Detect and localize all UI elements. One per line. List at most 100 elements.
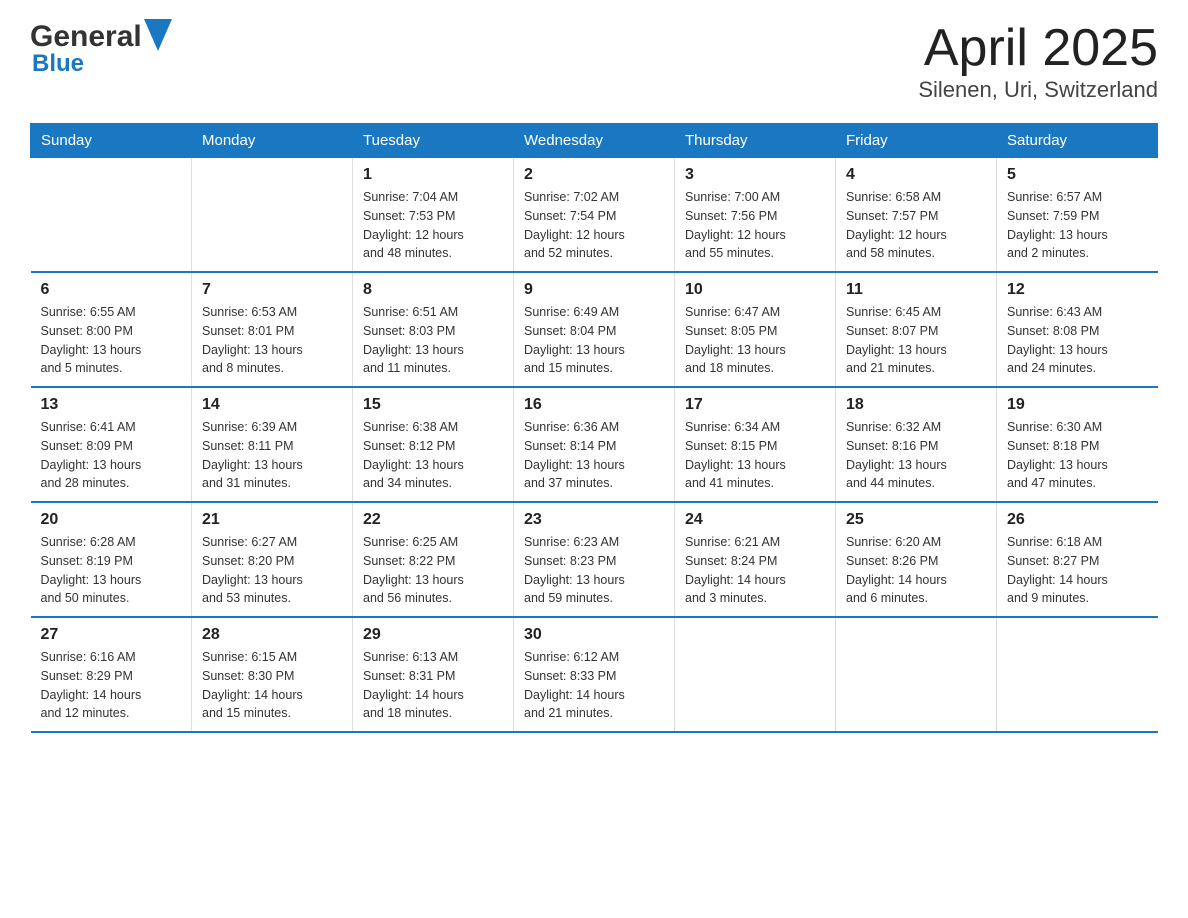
day-info: Sunrise: 6:30 AMSunset: 8:18 PMDaylight:… <box>1007 418 1148 493</box>
header-day-thursday: Thursday <box>675 124 836 158</box>
calendar-cell: 23Sunrise: 6:23 AMSunset: 8:23 PMDayligh… <box>514 502 675 617</box>
day-number: 11 <box>846 281 986 299</box>
day-info: Sunrise: 6:47 AMSunset: 8:05 PMDaylight:… <box>685 303 825 378</box>
day-info: Sunrise: 7:00 AMSunset: 7:56 PMDaylight:… <box>685 188 825 263</box>
logo: General Blue <box>30 20 172 78</box>
day-number: 7 <box>202 281 342 299</box>
day-info: Sunrise: 6:16 AMSunset: 8:29 PMDaylight:… <box>41 648 182 723</box>
day-info: Sunrise: 6:55 AMSunset: 8:00 PMDaylight:… <box>41 303 182 378</box>
day-number: 28 <box>202 626 342 644</box>
calendar-cell: 6 Sunrise: 6:55 AMSunset: 8:00 PMDaylight… <box>31 272 192 387</box>
calendar-week-row: 27 Sunrise: 6:16 AMSunset: 8:29 PMDayligh… <box>31 617 1158 732</box>
calendar-cell <box>675 617 836 732</box>
day-number: 25 <box>846 511 986 529</box>
day-number: 26 <box>1007 511 1148 529</box>
day-info: Sunrise: 6:36 AMSunset: 8:14 PMDaylight:… <box>524 418 664 493</box>
calendar-cell: 7 Sunrise: 6:53 AMSunset: 8:01 PMDaylight… <box>192 272 353 387</box>
calendar-cell: 9Sunrise: 6:49 AMSunset: 8:04 PMDaylight… <box>514 272 675 387</box>
calendar-cell: 18 Sunrise: 6:32 AMSunset: 8:16 PMDayligh… <box>836 387 997 502</box>
calendar-cell: 2 Sunrise: 7:02 AMSunset: 7:54 PMDaylight… <box>514 158 675 273</box>
day-info: Sunrise: 6:18 AMSunset: 8:27 PMDaylight:… <box>1007 533 1148 608</box>
calendar-cell: 21Sunrise: 6:27 AMSunset: 8:20 PMDayligh… <box>192 502 353 617</box>
calendar-cell: 25 Sunrise: 6:20 AMSunset: 8:26 PMDayligh… <box>836 502 997 617</box>
calendar-cell: 15 Sunrise: 6:38 AMSunset: 8:12 PMDayligh… <box>353 387 514 502</box>
calendar-week-row: 6 Sunrise: 6:55 AMSunset: 8:00 PMDaylight… <box>31 272 1158 387</box>
day-info: Sunrise: 6:12 AMSunset: 8:33 PMDaylight:… <box>524 648 664 723</box>
day-number: 19 <box>1007 396 1148 414</box>
day-info: Sunrise: 6:51 AMSunset: 8:03 PMDaylight:… <box>363 303 503 378</box>
day-info: Sunrise: 6:53 AMSunset: 8:01 PMDaylight:… <box>202 303 342 378</box>
day-info: Sunrise: 6:57 AMSunset: 7:59 PMDaylight:… <box>1007 188 1148 263</box>
calendar-week-row: 20 Sunrise: 6:28 AMSunset: 8:19 PMDayligh… <box>31 502 1158 617</box>
day-number: 10 <box>685 281 825 299</box>
calendar-title: April 2025 <box>918 20 1158 77</box>
day-info: Sunrise: 6:28 AMSunset: 8:19 PMDaylight:… <box>41 533 182 608</box>
header-day-friday: Friday <box>836 124 997 158</box>
calendar-week-row: 13 Sunrise: 6:41 AMSunset: 8:09 PMDayligh… <box>31 387 1158 502</box>
day-info: Sunrise: 6:58 AMSunset: 7:57 PMDaylight:… <box>846 188 986 263</box>
calendar-header-row: SundayMondayTuesdayWednesdayThursdayFrid… <box>31 124 1158 158</box>
calendar-cell: 19 Sunrise: 6:30 AMSunset: 8:18 PMDayligh… <box>997 387 1158 502</box>
day-info: Sunrise: 6:21 AMSunset: 8:24 PMDaylight:… <box>685 533 825 608</box>
day-number: 24 <box>685 511 825 529</box>
day-number: 21 <box>202 511 342 529</box>
day-number: 13 <box>41 396 182 414</box>
calendar-cell: 26 Sunrise: 6:18 AMSunset: 8:27 PMDayligh… <box>997 502 1158 617</box>
calendar-cell: 3 Sunrise: 7:00 AMSunset: 7:56 PMDaylight… <box>675 158 836 273</box>
day-number: 8 <box>363 281 503 299</box>
day-number: 14 <box>202 396 342 414</box>
calendar-cell: 8 Sunrise: 6:51 AMSunset: 8:03 PMDaylight… <box>353 272 514 387</box>
day-info: Sunrise: 6:32 AMSunset: 8:16 PMDaylight:… <box>846 418 986 493</box>
header-day-sunday: Sunday <box>31 124 192 158</box>
header-day-monday: Monday <box>192 124 353 158</box>
day-info: Sunrise: 6:38 AMSunset: 8:12 PMDaylight:… <box>363 418 503 493</box>
day-info: Sunrise: 7:04 AMSunset: 7:53 PMDaylight:… <box>363 188 503 263</box>
calendar-cell: 14Sunrise: 6:39 AMSunset: 8:11 PMDayligh… <box>192 387 353 502</box>
day-info: Sunrise: 6:15 AMSunset: 8:30 PMDaylight:… <box>202 648 342 723</box>
day-info: Sunrise: 6:45 AMSunset: 8:07 PMDaylight:… <box>846 303 986 378</box>
day-info: Sunrise: 6:13 AMSunset: 8:31 PMDaylight:… <box>363 648 503 723</box>
day-number: 18 <box>846 396 986 414</box>
day-number: 4 <box>846 166 986 184</box>
day-number: 12 <box>1007 281 1148 299</box>
calendar-cell: 10 Sunrise: 6:47 AMSunset: 8:05 PMDayligh… <box>675 272 836 387</box>
header-day-saturday: Saturday <box>997 124 1158 158</box>
day-info: Sunrise: 6:20 AMSunset: 8:26 PMDaylight:… <box>846 533 986 608</box>
day-number: 6 <box>41 281 182 299</box>
logo-triangle-icon <box>144 19 172 51</box>
day-number: 22 <box>363 511 503 529</box>
calendar-cell: 5Sunrise: 6:57 AMSunset: 7:59 PMDaylight… <box>997 158 1158 273</box>
day-number: 15 <box>363 396 503 414</box>
calendar-subtitle: Silenen, Uri, Switzerland <box>918 77 1158 103</box>
day-number: 16 <box>524 396 664 414</box>
day-info: Sunrise: 7:02 AMSunset: 7:54 PMDaylight:… <box>524 188 664 263</box>
calendar-cell: 22Sunrise: 6:25 AMSunset: 8:22 PMDayligh… <box>353 502 514 617</box>
day-info: Sunrise: 6:43 AMSunset: 8:08 PMDaylight:… <box>1007 303 1148 378</box>
calendar-cell: 29 Sunrise: 6:13 AMSunset: 8:31 PMDayligh… <box>353 617 514 732</box>
day-number: 27 <box>41 626 182 644</box>
title-block: April 2025 Silenen, Uri, Switzerland <box>918 20 1158 103</box>
day-info: Sunrise: 6:41 AMSunset: 8:09 PMDaylight:… <box>41 418 182 493</box>
day-number: 29 <box>363 626 503 644</box>
day-info: Sunrise: 6:34 AMSunset: 8:15 PMDaylight:… <box>685 418 825 493</box>
day-number: 17 <box>685 396 825 414</box>
day-number: 23 <box>524 511 664 529</box>
calendar-cell: 13 Sunrise: 6:41 AMSunset: 8:09 PMDayligh… <box>31 387 192 502</box>
day-info: Sunrise: 6:49 AMSunset: 8:04 PMDaylight:… <box>524 303 664 378</box>
calendar-table: SundayMondayTuesdayWednesdayThursdayFrid… <box>30 123 1158 733</box>
calendar-cell <box>31 158 192 273</box>
header-day-tuesday: Tuesday <box>353 124 514 158</box>
calendar-cell: 17 Sunrise: 6:34 AMSunset: 8:15 PMDayligh… <box>675 387 836 502</box>
header-day-wednesday: Wednesday <box>514 124 675 158</box>
day-number: 3 <box>685 166 825 184</box>
day-number: 30 <box>524 626 664 644</box>
logo-blue-text: Blue <box>32 50 84 78</box>
calendar-cell: 27 Sunrise: 6:16 AMSunset: 8:29 PMDayligh… <box>31 617 192 732</box>
day-number: 20 <box>41 511 182 529</box>
calendar-cell: 16 Sunrise: 6:36 AMSunset: 8:14 PMDayligh… <box>514 387 675 502</box>
calendar-cell: 24 Sunrise: 6:21 AMSunset: 8:24 PMDayligh… <box>675 502 836 617</box>
day-number: 2 <box>524 166 664 184</box>
calendar-cell: 1Sunrise: 7:04 AMSunset: 7:53 PMDaylight… <box>353 158 514 273</box>
calendar-cell: 12 Sunrise: 6:43 AMSunset: 8:08 PMDayligh… <box>997 272 1158 387</box>
calendar-cell <box>997 617 1158 732</box>
